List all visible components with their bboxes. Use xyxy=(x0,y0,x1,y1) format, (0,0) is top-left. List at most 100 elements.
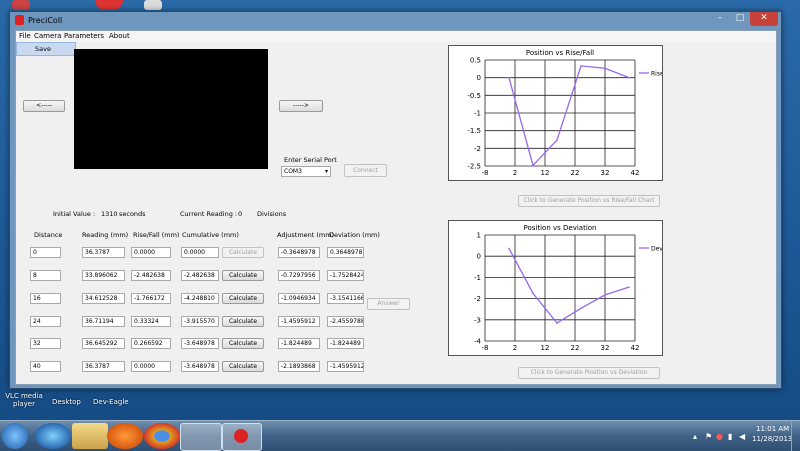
menu-about[interactable]: About xyxy=(109,32,130,40)
distance-field[interactable]: 0 xyxy=(30,247,61,258)
menu-camera[interactable]: Camera xyxy=(34,32,61,40)
distance-field[interactable]: 40 xyxy=(30,361,61,372)
calculate-button[interactable]: Calculate xyxy=(222,270,264,281)
cumulative-field[interactable]: -4.248810 xyxy=(181,293,219,304)
app-icon xyxy=(15,15,24,25)
data-point xyxy=(508,76,510,79)
adjustment-field[interactable]: -1.0946934 xyxy=(278,293,320,304)
deviation-field[interactable]: -1.7528424 xyxy=(327,270,364,281)
desktop-label-vlc[interactable]: VLC media player xyxy=(4,392,44,408)
distance-field[interactable]: 32 xyxy=(30,338,61,349)
taskbar-media-icon[interactable] xyxy=(107,423,143,449)
answer-button[interactable]: Answer xyxy=(367,298,410,310)
calculate-button[interactable]: Calculate xyxy=(222,361,264,372)
header-distance: Distance xyxy=(34,231,63,239)
adjustment-field[interactable]: -0.7297956 xyxy=(278,270,320,281)
tray-flag-icon[interactable]: ⚑ xyxy=(705,433,713,441)
menu-file[interactable]: File xyxy=(19,32,31,40)
next-button[interactable]: -----> xyxy=(279,100,323,112)
menu-parameters[interactable]: Parameters xyxy=(64,32,104,40)
calculate-button[interactable]: Calculate xyxy=(222,338,264,349)
maximize-button[interactable]: □ xyxy=(730,12,750,26)
reading-field[interactable]: 36.3787 xyxy=(82,247,125,258)
x-tick-label: 22 xyxy=(571,169,580,177)
cumulative-field[interactable]: -3.915570 xyxy=(181,316,219,327)
x-tick-label: 2 xyxy=(513,344,517,352)
reading-field[interactable]: 36.645292 xyxy=(82,338,125,349)
menu-item-save[interactable]: Save xyxy=(35,45,51,53)
risefall-field[interactable]: 0.266592 xyxy=(131,338,171,349)
reading-field[interactable]: 33.896062 xyxy=(82,270,125,281)
distance-field[interactable]: 8 xyxy=(30,270,61,281)
clock-time[interactable]: 11:01 AM xyxy=(756,425,789,433)
header-deviation: Deviation (mm) xyxy=(329,231,380,239)
taskbar-explorer-icon[interactable] xyxy=(72,423,108,449)
title-bar[interactable]: PreciColl – □ ✕ xyxy=(10,12,781,30)
distance-field[interactable]: 24 xyxy=(30,316,61,327)
risefall-field[interactable]: -1.766172 xyxy=(131,293,171,304)
tray-volume-icon[interactable]: ◀ xyxy=(739,433,747,441)
data-point xyxy=(580,307,582,310)
y-tick-label: -0.5 xyxy=(467,92,481,100)
cumulative-field[interactable]: 0.0000 xyxy=(181,247,219,258)
adjustment-field[interactable]: -2.1893868 xyxy=(278,361,320,372)
header-risefall: Rise/Fall (mm) xyxy=(133,231,180,239)
deviation-field[interactable]: 0.3648978 xyxy=(327,247,364,258)
tray-network-icon[interactable]: ▮ xyxy=(728,433,736,441)
desktop-icon-3[interactable] xyxy=(144,0,162,10)
cumulative-field[interactable]: -2.482638 xyxy=(181,270,219,281)
distance-field[interactable]: 16 xyxy=(30,293,61,304)
tray-app-icon[interactable]: ● xyxy=(716,433,724,441)
reading-field[interactable]: 36.3787 xyxy=(82,361,125,372)
calculate-button[interactable]: Calculate xyxy=(222,316,264,327)
calculate-button[interactable]: Calculate xyxy=(222,293,264,304)
taskbar-precicoll-icon[interactable] xyxy=(222,423,262,451)
minimize-button[interactable]: – xyxy=(710,12,730,26)
clock-date[interactable]: 11/28/2013 xyxy=(752,435,792,443)
risefall-field[interactable]: 0.0000 xyxy=(131,247,171,258)
desktop-icon-1[interactable] xyxy=(12,0,30,10)
start-button[interactable] xyxy=(2,423,28,449)
deviation-field[interactable]: -3.1541166 xyxy=(327,293,364,304)
show-desktop-button[interactable] xyxy=(791,421,800,451)
generate-risefall-chart-button[interactable]: Click to Generate Position vs Rise/Fall … xyxy=(518,195,660,207)
desktop-label-dev[interactable]: Dev-Eagle xyxy=(93,398,129,406)
prev-button[interactable]: <----- xyxy=(23,100,65,112)
data-point xyxy=(580,65,582,67)
precicoll-icon xyxy=(234,429,248,443)
cumulative-field[interactable]: -3.648978 xyxy=(181,338,219,349)
generate-deviation-chart-button[interactable]: Click to Generate Position vs Deviation xyxy=(518,367,660,379)
header-cumulative: Cumulative (mm) xyxy=(182,231,239,239)
taskbar-chrome-icon[interactable] xyxy=(144,423,180,449)
data-point xyxy=(604,67,606,70)
y-tick-label: -1 xyxy=(474,110,481,118)
adjustment-field[interactable]: -0.3648978 xyxy=(278,247,320,258)
reading-field[interactable]: 36.71194 xyxy=(82,316,125,327)
connect-button[interactable]: Connect xyxy=(344,164,387,177)
cumulative-field[interactable]: -3.648978 xyxy=(181,361,219,372)
risefall-field[interactable]: -2.482638 xyxy=(131,270,171,281)
risefall-field[interactable]: 0.0000 xyxy=(131,361,171,372)
deviation-field[interactable]: -1.4595912 xyxy=(327,361,364,372)
close-button[interactable]: ✕ xyxy=(750,12,778,26)
risefall-field[interactable]: 0.33324 xyxy=(131,316,171,327)
current-reading-value: 0 xyxy=(238,210,243,218)
menu-bar: File Camera Parameters About xyxy=(16,31,776,42)
chart-title: Position vs Deviation xyxy=(524,224,597,232)
taskbar-ie-icon[interactable] xyxy=(35,423,71,449)
reading-field[interactable]: 34.612528 xyxy=(82,293,125,304)
tray-chevron-icon[interactable]: ▴ xyxy=(693,433,701,441)
serial-port-select[interactable]: COM3 ▾ xyxy=(281,166,331,177)
deviation-field[interactable]: -2.4559788 xyxy=(327,316,364,327)
deviation-field[interactable]: -1.824489 xyxy=(327,338,364,349)
camera-preview xyxy=(74,49,268,169)
taskbar-camera-app-icon[interactable] xyxy=(180,423,222,451)
deviation-chart: Position vs Deviation -8 2 12 22 32 42 1 0 -1 -2 -3… xyxy=(474,224,680,352)
adjustment-field[interactable]: -1.4595912 xyxy=(278,316,320,327)
y-tick-label: 0 xyxy=(477,253,481,261)
adjustment-field[interactable]: -1.824489 xyxy=(278,338,320,349)
desktop-label-desktop[interactable]: Desktop xyxy=(52,398,81,406)
calculate-button[interactable]: Calculate xyxy=(222,247,264,258)
desktop-icon-2[interactable] xyxy=(95,0,123,10)
current-reading-unit: Divisions xyxy=(257,210,287,218)
